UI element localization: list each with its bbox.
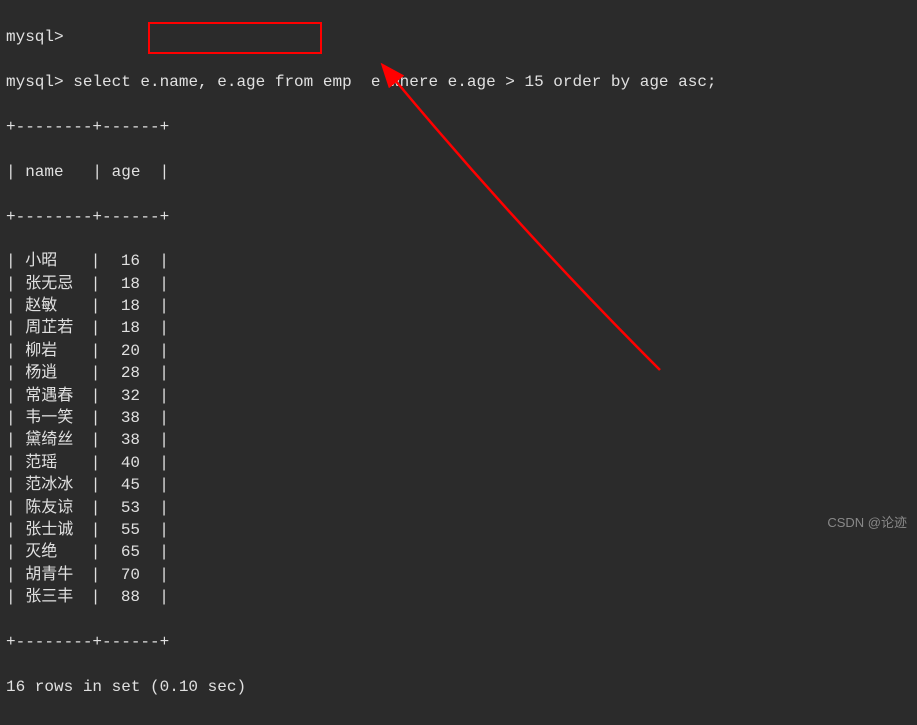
table-border-mid: +--------+------+ (6, 206, 911, 228)
prompt-text: mysql> (6, 73, 64, 91)
table-row: | 张无忌 | 18 | (6, 273, 911, 295)
cell-age: 70 (110, 564, 140, 586)
cell-age: 55 (110, 519, 140, 541)
table-row: | 韦一笑 | 38 | (6, 407, 911, 429)
cell-name: 张无忌 (25, 273, 81, 295)
result-footer: 16 rows in set (0.10 sec) (6, 676, 911, 698)
table-border-bottom: +--------+------+ (6, 631, 911, 653)
table-header-row: | name | age | (6, 161, 911, 183)
table-row: | 胡青牛 | 70 | (6, 564, 911, 586)
table-row: | 张三丰 | 88 | (6, 586, 911, 608)
table-row: | 赵敏 | 18 | (6, 295, 911, 317)
table-border-top: +--------+------+ (6, 116, 911, 138)
table-row: | 陈友谅 | 53 | (6, 497, 911, 519)
table-row: | 张士诚 | 55 | (6, 519, 911, 541)
sql-query: select e.name, e.age from emp e where e.… (73, 73, 716, 91)
cell-age: 32 (110, 385, 140, 407)
cell-name: 韦一笑 (25, 407, 81, 429)
cell-age: 53 (110, 497, 140, 519)
cell-age: 18 (110, 295, 140, 317)
cell-name: 常遇春 (25, 385, 81, 407)
cell-age: 45 (110, 474, 140, 496)
watermark-text: CSDN @论迹 (827, 512, 907, 531)
cell-name: 柳岩 (25, 340, 81, 362)
prompt-line-empty: mysql> (6, 26, 911, 48)
terminal-output: mysql> mysql> select e.name, e.age from … (0, 0, 917, 725)
table-row: | 灭绝 | 65 | (6, 541, 911, 563)
cell-name: 陈友谅 (25, 497, 81, 519)
query-line: mysql> select e.name, e.age from emp e w… (6, 71, 911, 93)
cell-name: 赵敏 (25, 295, 81, 317)
cell-age: 16 (110, 250, 140, 272)
cell-name: 杨逍 (25, 362, 81, 384)
table-row: | 小昭 | 16 | (6, 250, 911, 272)
table-row: | 柳岩 | 20 | (6, 340, 911, 362)
cell-age: 88 (110, 586, 140, 608)
cell-age: 38 (110, 407, 140, 429)
cell-name: 范冰冰 (25, 474, 81, 496)
cell-age: 18 (110, 317, 140, 339)
table-row: | 范冰冰 | 45 | (6, 474, 911, 496)
table-row: | 周芷若 | 18 | (6, 317, 911, 339)
cell-name: 周芷若 (25, 317, 81, 339)
cell-name: 小昭 (25, 250, 81, 272)
cell-name: 范瑶 (25, 452, 81, 474)
cell-age: 18 (110, 273, 140, 295)
cell-name: 灭绝 (25, 541, 81, 563)
cell-age: 38 (110, 429, 140, 451)
cell-age: 65 (110, 541, 140, 563)
table-row: | 黛绮丝 | 38 | (6, 429, 911, 451)
table-row: | 范瑶 | 40 | (6, 452, 911, 474)
cell-name: 胡青牛 (25, 564, 81, 586)
cell-age: 20 (110, 340, 140, 362)
cell-age: 28 (110, 362, 140, 384)
cell-name: 张三丰 (25, 586, 81, 608)
table-row: | 杨逍 | 28 | (6, 362, 911, 384)
cell-name: 张士诚 (25, 519, 81, 541)
cell-name: 黛绮丝 (25, 429, 81, 451)
table-row: | 常遇春 | 32 | (6, 385, 911, 407)
cell-age: 40 (110, 452, 140, 474)
